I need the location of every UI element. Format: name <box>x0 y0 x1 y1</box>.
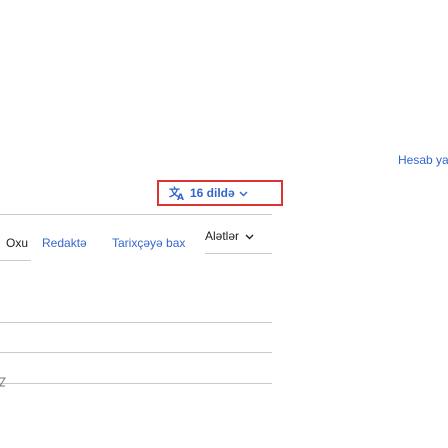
header-divider <box>0 214 272 215</box>
language-selector-button[interactable]: 文 A 16 dildə <box>157 180 283 206</box>
svg-text:A: A <box>177 193 184 201</box>
tab-read[interactable]: Oxu <box>6 236 28 250</box>
tabs-underline <box>0 260 31 261</box>
create-account-link[interactable]: Hesab yar <box>398 153 448 167</box>
tab-edit[interactable]: Redaktə <box>42 236 87 250</box>
content-divider <box>0 322 272 323</box>
tab-history[interactable]: Tarixçəyə bax <box>112 236 185 250</box>
edge-fragment-icon <box>0 374 6 387</box>
chevron-down-icon <box>239 189 248 198</box>
language-count-label: 16 dildə <box>190 186 235 200</box>
content-divider <box>0 383 272 384</box>
tools-menu[interactable]: Alətlər <box>205 229 254 243</box>
translate-icon: 文 A <box>169 185 185 201</box>
content-divider <box>0 352 272 353</box>
page: Hesab yar 文 A 16 dildə Oxu Redaktə Tarix… <box>0 0 448 448</box>
chevron-down-icon <box>245 232 254 241</box>
tools-underline <box>205 253 272 254</box>
tools-label: Alətlər <box>205 229 240 243</box>
